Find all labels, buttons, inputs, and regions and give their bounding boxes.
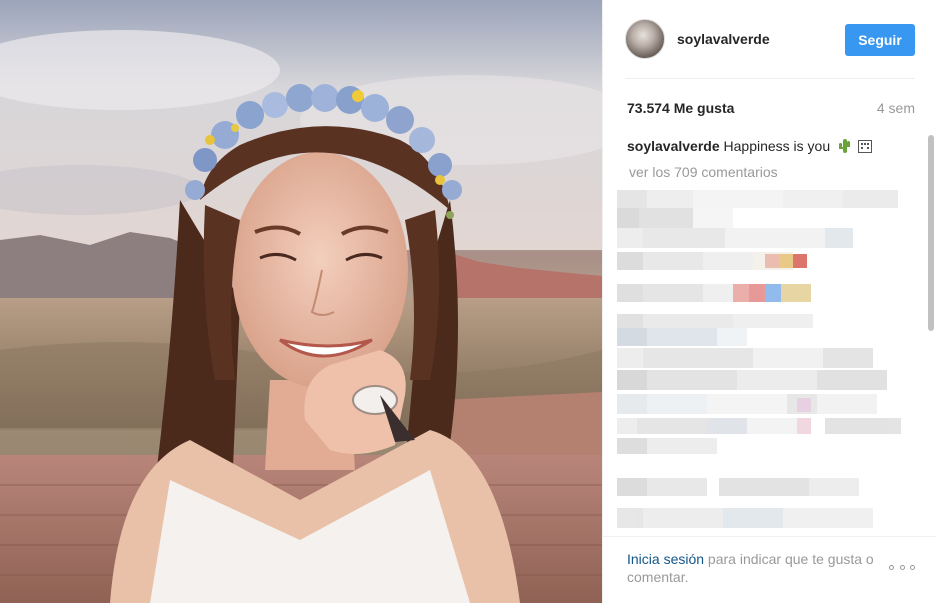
post-photo-illustration bbox=[0, 0, 602, 603]
username-link[interactable]: soylavalverde bbox=[677, 31, 770, 47]
footer-divider bbox=[603, 536, 936, 537]
post-header: soylavalverde Seguir bbox=[625, 16, 915, 64]
more-options-icon[interactable] bbox=[889, 560, 915, 574]
follow-button[interactable]: Seguir bbox=[845, 24, 915, 56]
dot bbox=[910, 564, 915, 570]
likes-row: 73.574 Me gusta 4 sem bbox=[627, 100, 915, 118]
avatar[interactable] bbox=[625, 19, 665, 59]
dot bbox=[899, 564, 905, 570]
header-divider bbox=[625, 78, 915, 79]
caption: soylavalverde Happiness is you bbox=[627, 137, 917, 155]
cactus-icon bbox=[838, 138, 851, 154]
box-glyph-icon bbox=[857, 140, 872, 153]
comments-list-pixelated bbox=[615, 188, 905, 536]
login-prompt: Inicia sesión para indicar que te gusta … bbox=[627, 550, 877, 586]
like-count[interactable]: 73.574 Me gusta bbox=[627, 100, 734, 116]
post-age[interactable]: 4 sem bbox=[877, 100, 915, 116]
view-all-comments-link[interactable]: ver los 709 comentarios bbox=[629, 164, 778, 180]
caption-username[interactable]: soylavalverde bbox=[627, 138, 720, 154]
dot bbox=[889, 564, 894, 570]
login-link[interactable]: Inicia sesión bbox=[627, 551, 704, 567]
comments-scrollbar[interactable] bbox=[927, 125, 935, 535]
post-sidebar: soylavalverde Seguir 73.574 Me gusta 4 s… bbox=[602, 0, 936, 603]
scrollbar-thumb[interactable] bbox=[928, 135, 934, 331]
caption-text: Happiness is you bbox=[723, 138, 831, 154]
post-photo[interactable] bbox=[0, 0, 602, 603]
